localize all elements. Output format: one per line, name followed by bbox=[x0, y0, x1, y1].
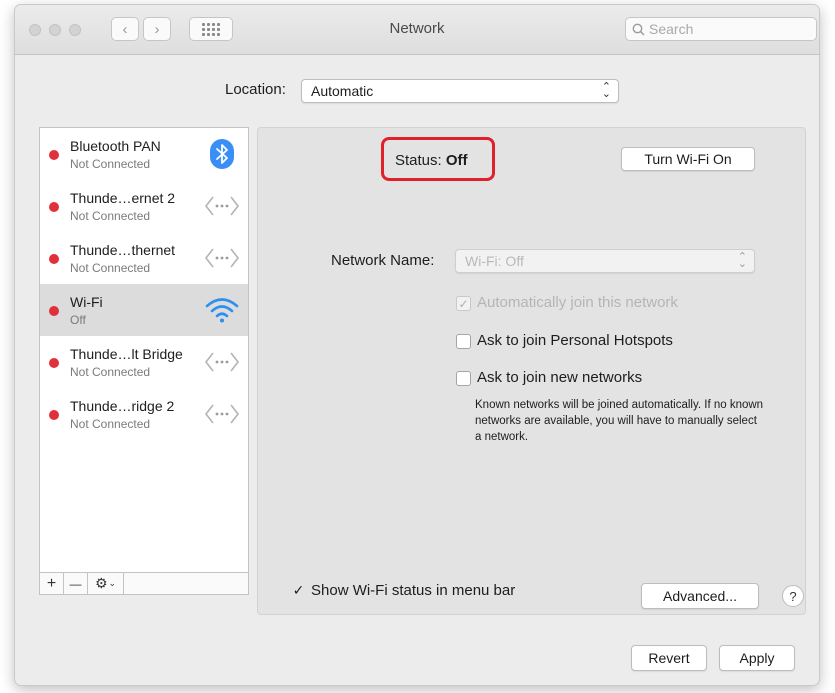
show-wifi-status-checkbox[interactable]: ✓ bbox=[291, 582, 306, 598]
service-status: Not Connected bbox=[70, 365, 151, 379]
service-item-thunderbolt-bridge[interactable]: Thunde…lt Bridge Not Connected bbox=[40, 336, 248, 388]
status-dot bbox=[49, 358, 59, 368]
service-status: Not Connected bbox=[70, 157, 151, 171]
personal-hotspots-label: Ask to join Personal Hotspots bbox=[477, 332, 673, 349]
network-name-value: Wi-Fi: Off bbox=[465, 253, 524, 269]
add-service-button[interactable]: + bbox=[40, 573, 64, 594]
location-label: Location: bbox=[225, 81, 286, 98]
title-bar: ‹ › Network Search bbox=[15, 5, 819, 55]
auto-join-checkbox[interactable]: ✓ bbox=[456, 296, 471, 311]
minus-icon: — bbox=[69, 576, 82, 591]
status-text: Status: Off bbox=[395, 152, 468, 169]
service-item-thunderbolt-bridge-2[interactable]: Thunde…ridge 2 Not Connected bbox=[40, 388, 248, 440]
advanced-button[interactable]: Advanced... bbox=[641, 583, 759, 609]
status-dot bbox=[49, 150, 59, 160]
checkmark-icon: ✓ bbox=[458, 296, 469, 311]
ethernet-icon bbox=[204, 396, 240, 432]
location-value: Automatic bbox=[311, 83, 374, 99]
plus-icon: + bbox=[46, 574, 57, 592]
status-dot bbox=[49, 410, 59, 420]
action-menu-button[interactable]: ⚙ ⌄ bbox=[88, 573, 124, 594]
search-field[interactable]: Search bbox=[625, 17, 817, 41]
service-item-bluetooth-pan[interactable]: Bluetooth PAN Not Connected bbox=[40, 128, 248, 180]
service-name: Thunde…ernet 2 bbox=[70, 190, 176, 206]
ethernet-icon bbox=[204, 344, 240, 380]
service-name: Thunde…ridge 2 bbox=[70, 398, 175, 414]
service-status: Not Connected bbox=[70, 209, 151, 223]
service-name: Thunde…lt Bridge bbox=[70, 346, 183, 362]
help-button[interactable]: ? bbox=[782, 585, 804, 607]
popup-arrows-icon: ⌃ ⌄ bbox=[737, 251, 747, 270]
network-name-label: Network Name: bbox=[331, 252, 435, 269]
service-item-wifi[interactable]: Wi-Fi Off bbox=[40, 284, 248, 336]
revert-button[interactable]: Revert bbox=[631, 645, 707, 671]
location-popup[interactable]: Automatic ⌃ ⌄ bbox=[301, 79, 619, 103]
ask-new-networks-checkbox[interactable] bbox=[456, 371, 471, 386]
ethernet-icon bbox=[204, 188, 240, 224]
service-list-toolbar: + — ⚙ ⌄ bbox=[40, 572, 248, 594]
personal-hotspots-checkbox[interactable] bbox=[456, 334, 471, 349]
ask-new-networks-note: Known networks will be joined automatica… bbox=[475, 399, 764, 443]
network-name-popup[interactable]: Wi-Fi: Off ⌃ ⌄ bbox=[455, 249, 755, 273]
service-item-thunderbolt-ethernet[interactable]: Thunde…thernet Not Connected bbox=[40, 232, 248, 284]
network-preferences-window: ‹ › Network Search Location: Automatic ⌃… bbox=[14, 4, 820, 686]
auto-join-label: Automatically join this network bbox=[477, 294, 678, 311]
service-status: Not Connected bbox=[70, 261, 151, 275]
search-icon bbox=[632, 23, 645, 36]
ethernet-icon bbox=[204, 240, 240, 276]
service-name: Thunde…thernet bbox=[70, 242, 176, 258]
ask-new-networks-label: Ask to join new networks bbox=[477, 369, 643, 386]
status-dot bbox=[49, 254, 59, 264]
remove-service-button[interactable]: — bbox=[64, 573, 88, 594]
search-placeholder: Search bbox=[649, 21, 694, 37]
service-status: Not Connected bbox=[70, 417, 151, 431]
show-wifi-status-label: Show Wi-Fi status in menu bar bbox=[311, 582, 516, 599]
status-dot bbox=[49, 306, 59, 316]
chevron-down-icon: ⌄ bbox=[108, 578, 117, 588]
service-name: Wi-Fi bbox=[70, 294, 103, 310]
service-list: Bluetooth PAN Not Connected Thunde…ernet… bbox=[39, 127, 249, 595]
service-name: Bluetooth PAN bbox=[70, 138, 161, 154]
status-value: Off bbox=[445, 152, 468, 169]
turn-wifi-on-button[interactable]: Turn Wi-Fi On bbox=[621, 147, 755, 171]
apply-button[interactable]: Apply bbox=[719, 645, 795, 671]
popup-arrows-icon: ⌃ ⌄ bbox=[601, 81, 611, 100]
gear-icon: ⚙ bbox=[94, 575, 108, 591]
service-item-thunderbolt-ethernet-2[interactable]: Thunde…ernet 2 Not Connected bbox=[40, 180, 248, 232]
wifi-icon bbox=[204, 292, 240, 328]
checkmark-icon: ✓ bbox=[292, 582, 305, 598]
service-status: Off bbox=[70, 313, 86, 327]
bluetooth-icon bbox=[204, 136, 240, 172]
status-label: Status: bbox=[395, 152, 442, 169]
status-dot bbox=[49, 202, 59, 212]
